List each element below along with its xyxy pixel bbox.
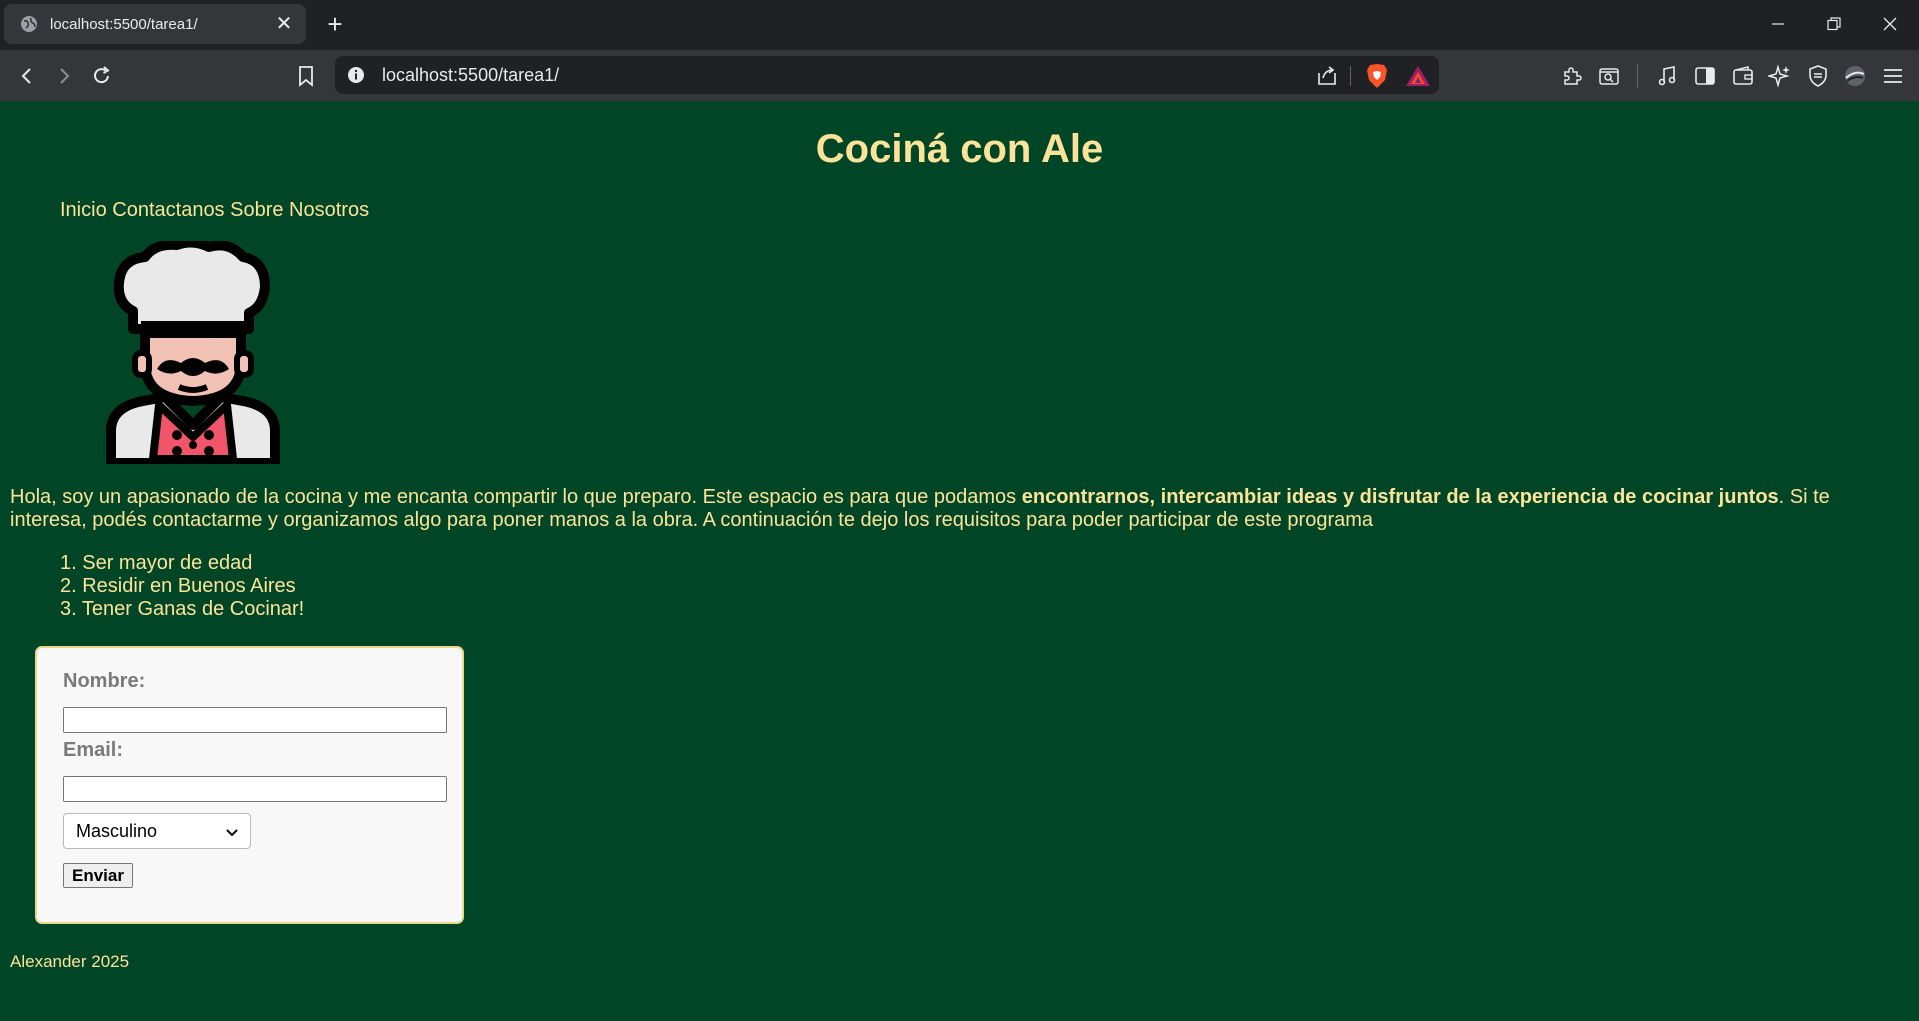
submit-button[interactable]: Enviar — [63, 863, 133, 888]
intro-text-bold: encontrarnos, intercambiar ideas y disfr… — [1021, 486, 1779, 508]
globe-icon — [20, 15, 38, 33]
brave-rewards-icon[interactable] — [1405, 64, 1431, 88]
address-separator — [1350, 66, 1351, 86]
tab-title: localhost:5500/tarea1/ — [50, 15, 198, 33]
tab-search-icon[interactable] — [1593, 60, 1625, 92]
vpn-shield-icon[interactable] — [1802, 60, 1834, 92]
brave-shields-icon[interactable] — [1365, 63, 1389, 89]
forward-button[interactable] — [48, 60, 80, 92]
music-icon[interactable] — [1651, 60, 1683, 92]
reload-button[interactable] — [86, 60, 118, 92]
list-item: 3. Tener Ganas de Cocinar! — [60, 598, 305, 620]
chevron-down-icon — [226, 821, 238, 842]
browser-tab[interactable]: localhost:5500/tarea1/ ✕ — [4, 4, 306, 44]
address-bar[interactable]: localhost:5500/tarea1/ — [335, 56, 1439, 94]
leo-ai-icon[interactable] — [1764, 60, 1796, 92]
intro-text-start: Hola, soy un apasionado de la cocina y m… — [10, 486, 1022, 508]
extensions-icon[interactable] — [1556, 60, 1588, 92]
browser-tab-bar: localhost:5500/tarea1/ ✕ + — [0, 0, 1919, 50]
requirements-list: 1. Ser mayor de edad 2. Residir en Bueno… — [60, 552, 304, 621]
name-input[interactable] — [63, 707, 447, 733]
toolbar-separator — [1637, 64, 1638, 88]
nav-link-sobre-nosotros[interactable]: Sobre Nosotros — [230, 199, 369, 221]
gender-select[interactable]: Masculino — [63, 813, 251, 849]
nav-link-contactanos[interactable]: Contactanos — [112, 199, 224, 221]
bookmark-icon[interactable] — [290, 60, 322, 92]
share-icon[interactable] — [1315, 64, 1339, 88]
nav-menu: Inicio Contactanos Sobre Nosotros — [60, 199, 369, 222]
close-window-button[interactable] — [1870, 8, 1910, 40]
url-text[interactable]: localhost:5500/tarea1/ — [382, 65, 559, 86]
nav-link-inicio[interactable]: Inicio — [60, 199, 107, 221]
gender-select-value: Masculino — [76, 820, 158, 841]
web-page: Cociná con Ale Inicio Contactanos Sobre … — [0, 101, 1919, 1021]
restore-button[interactable] — [1814, 8, 1854, 40]
minimize-button[interactable] — [1758, 8, 1798, 40]
wallet-icon[interactable] — [1727, 60, 1759, 92]
sidebar-icon[interactable] — [1689, 60, 1721, 92]
name-label: Nombre: — [63, 670, 146, 692]
profile-icon[interactable] — [1839, 60, 1871, 92]
email-input[interactable] — [63, 776, 447, 802]
site-info-icon[interactable] — [347, 66, 365, 84]
new-tab-button[interactable]: + — [320, 10, 350, 40]
back-button[interactable] — [11, 60, 43, 92]
contact-form: Nombre: Email: Masculino Enviar — [35, 646, 464, 924]
chef-illustration — [105, 237, 295, 468]
menu-icon[interactable] — [1877, 60, 1909, 92]
footer-text: Alexander 2025 — [10, 952, 130, 971]
list-item: 2. Residir en Buenos Aires — [60, 575, 296, 597]
page-title: Cociná con Ale — [815, 127, 1104, 171]
intro-paragraph: Hola, soy un apasionado de la cocina y m… — [10, 486, 1890, 532]
tab-close-icon[interactable]: ✕ — [274, 14, 294, 34]
email-label: Email: — [63, 739, 124, 761]
list-item: 1. Ser mayor de edad — [60, 552, 253, 574]
